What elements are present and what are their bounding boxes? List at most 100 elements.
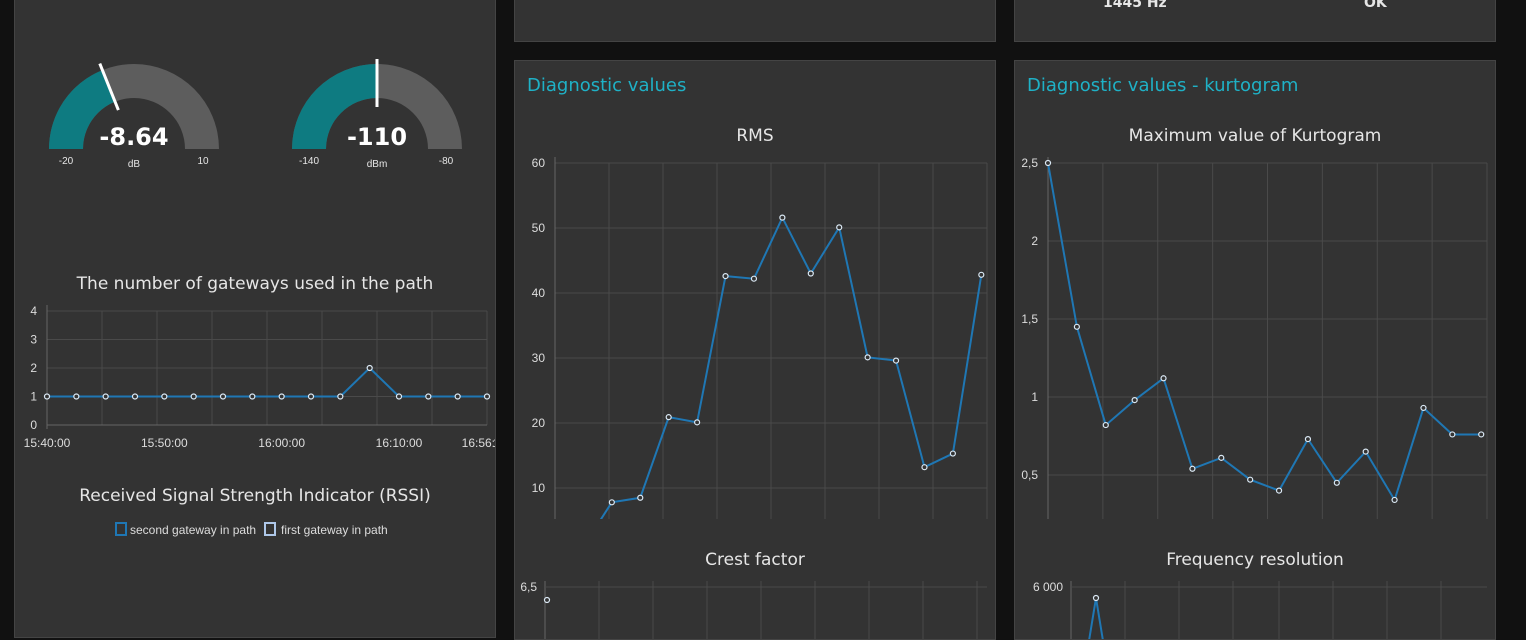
chart-frequency-resolution-title: Frequency resolution	[1166, 550, 1344, 570]
gauge-rssi-unit: dBm	[367, 159, 388, 170]
chart-gateways-title: The number of gateways used in the path	[76, 274, 434, 294]
y-tick-label: 4	[30, 304, 37, 318]
data-point	[836, 224, 843, 231]
chart-rssi: Received Signal Strength Indicator (RSSI…	[79, 486, 431, 537]
data-point	[366, 364, 373, 372]
data-point	[1073, 323, 1080, 330]
data-point	[337, 393, 344, 400]
chart-rssi-title: Received Signal Strength Indicator (RSSI…	[79, 486, 431, 506]
legend-label-first-gateway[interactable]: first gateway in path	[281, 523, 388, 537]
data-point	[307, 393, 315, 400]
data-point	[608, 499, 615, 506]
top-right-panel: 1445 Hz OK	[1014, 0, 1496, 42]
y-tick-label: 2,5	[1021, 156, 1038, 170]
x-tick-label: 16:00:00	[258, 436, 305, 450]
x-tick-label: 15:50:00	[141, 436, 188, 450]
data-point	[1044, 159, 1052, 167]
data-point	[892, 357, 900, 364]
chart-kurtogram-title: Maximum value of Kurtogram	[1129, 126, 1382, 146]
legend-swatch-first-gateway[interactable]	[264, 522, 276, 536]
legend-swatch-second-gateway[interactable]	[115, 522, 127, 536]
data-point	[864, 354, 871, 361]
data-point	[43, 393, 51, 400]
y-tick-label: 6,5	[520, 580, 537, 594]
y-tick-label: 50	[532, 221, 546, 235]
y-tick-label: 2	[1031, 234, 1038, 248]
chart-frequency-resolution: Frequency resolution 6 000	[1033, 550, 1487, 639]
y-tick-label: 1,5	[1021, 312, 1038, 326]
x-tick-label: 15:40:00	[24, 436, 71, 450]
data-point	[779, 214, 786, 221]
chart-crest: Crest factor 6,5	[520, 550, 987, 639]
chart-gateways: The number of gateways used in the path …	[24, 274, 496, 450]
x-tick-label: 16:10:00	[376, 436, 423, 450]
chart-rms: RMS 010203040506015:40:0015:50:0016:00:0…	[532, 126, 988, 519]
top-middle-panel	[514, 0, 996, 42]
data-point	[665, 414, 672, 421]
data-point	[543, 596, 551, 604]
y-tick-label: 3	[30, 333, 37, 347]
data-point	[454, 393, 461, 400]
data-point	[637, 494, 644, 501]
data-point	[694, 419, 701, 426]
data-point	[750, 275, 758, 282]
data-point	[1160, 375, 1167, 382]
diagnostic-group-title: Diagnostic values	[527, 75, 687, 96]
data-point	[921, 464, 928, 471]
series-line	[1047, 162, 1482, 503]
data-point	[1333, 479, 1340, 486]
y-tick-label: 6 000	[1033, 580, 1063, 594]
y-tick-label: 40	[532, 286, 546, 300]
y-tick-label: 10	[532, 481, 546, 495]
data-point	[949, 450, 956, 457]
data-point	[1092, 594, 1100, 602]
diagnostic-panel: Diagnostic values RMS 010203040506015:40…	[514, 60, 996, 640]
gauge-rssi: -110 dBm -140 -80	[292, 59, 462, 170]
gauge-snr-value: -8.64	[99, 123, 168, 151]
x-tick-label: 16:56:00	[462, 436, 496, 450]
data-point	[219, 393, 227, 400]
data-point	[1420, 404, 1427, 412]
data-point	[395, 393, 403, 400]
left-panel: -8.64 dB -20 10 -110 dBm -140 -80 The nu…	[14, 0, 496, 638]
data-point	[190, 393, 197, 400]
status-readout: OK	[1364, 0, 1387, 11]
data-point	[1449, 431, 1456, 438]
data-point	[1362, 448, 1369, 455]
series-line	[599, 215, 983, 519]
data-point	[1304, 436, 1312, 443]
kurtogram-panel: Diagnostic values - kurtogram Maximum va…	[1014, 60, 1496, 640]
gauge-snr: -8.64 dB -20 10	[49, 63, 219, 170]
gauge-snr-unit: dB	[128, 159, 141, 170]
gauge-rssi-value: -110	[347, 123, 407, 151]
y-tick-label: 20	[532, 416, 546, 430]
data-point	[722, 273, 729, 280]
data-point	[483, 393, 491, 400]
data-point	[161, 393, 168, 400]
y-tick-label: 60	[532, 156, 546, 170]
data-point	[1102, 421, 1109, 429]
data-point	[102, 393, 109, 400]
kurtogram-group-title: Diagnostic values - kurtogram	[1027, 75, 1299, 96]
gauge-snr-max: 10	[197, 156, 209, 167]
chart-kurtogram: Maximum value of Kurtogram 00,511,522,51…	[1021, 126, 1488, 519]
legend-label-second-gateway[interactable]: second gateway in path	[130, 523, 256, 537]
data-point	[1478, 431, 1485, 438]
data-point	[1131, 397, 1138, 404]
data-point	[73, 393, 80, 400]
series-line	[1088, 597, 1104, 639]
y-tick-label: 0,5	[1021, 468, 1038, 482]
data-point	[1247, 476, 1254, 483]
data-point	[807, 270, 814, 277]
data-point	[278, 393, 285, 400]
y-tick-label: 30	[532, 351, 546, 365]
y-tick-label: 0	[30, 418, 37, 432]
frequency-readout: 1445 Hz	[1103, 0, 1167, 11]
data-point	[978, 271, 985, 278]
chart-rms-title: RMS	[736, 126, 773, 146]
data-point	[1218, 454, 1225, 461]
data-point	[1275, 487, 1283, 494]
data-point	[1391, 496, 1398, 504]
gauge-rssi-min: -140	[299, 156, 319, 167]
y-tick-label: 1	[1031, 390, 1038, 404]
